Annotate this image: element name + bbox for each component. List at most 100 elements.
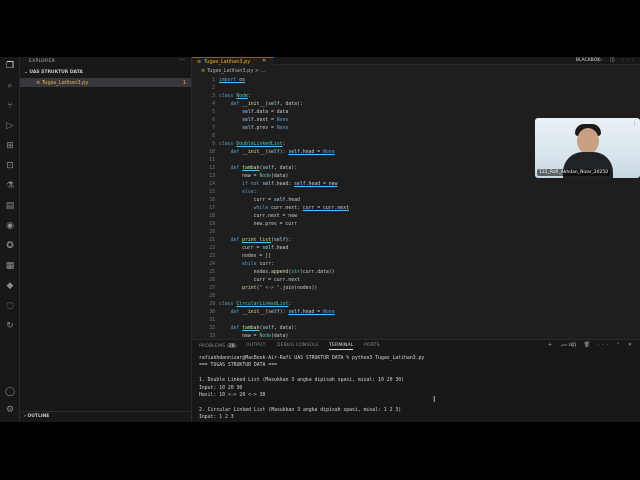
code-text: self.prev = None bbox=[242, 126, 289, 131]
search-icon[interactable]: ⌕ bbox=[3, 80, 17, 92]
problems-badge: 28 bbox=[227, 343, 237, 348]
line-number: 6 bbox=[212, 118, 215, 123]
line-number: 24 bbox=[209, 262, 215, 267]
code-line[interactable]: 32 def tambah(self, data): bbox=[192, 325, 640, 333]
code-line[interactable]: 5 self.data = data bbox=[192, 109, 640, 117]
code-line[interactable]: 28 bbox=[192, 293, 640, 301]
line-number: 2 bbox=[212, 86, 215, 91]
code-line[interactable]: 4 def __init__(self, data): bbox=[192, 101, 640, 109]
outline-section[interactable]: › OUTLINE bbox=[24, 414, 49, 419]
webcam-overlay: ⋮ 122_Rafi_Akhdan_Nizar_20250 bbox=[535, 118, 640, 178]
code-line[interactable]: 2 bbox=[192, 85, 640, 93]
code-line[interactable]: 1 import os bbox=[192, 77, 640, 85]
line-number: 8 bbox=[212, 134, 215, 139]
file-name: Tugas_Latihan3.py bbox=[42, 80, 89, 86]
tab-problems[interactable]: PROBLEMS 28 bbox=[199, 343, 237, 349]
github-icon[interactable]: ◉ bbox=[3, 220, 17, 232]
code-line[interactable]: 15 else: bbox=[192, 189, 640, 197]
settings-gear-icon[interactable]: ⚙ bbox=[3, 404, 17, 416]
folder-uas-struktur-data[interactable]: ⌄ UAS STRUKTUR DATA bbox=[24, 70, 83, 75]
code-text: while curr: bbox=[242, 262, 274, 267]
line-number: 7 bbox=[212, 126, 215, 131]
code-line[interactable]: 26 curr = curr.next bbox=[192, 277, 640, 285]
terminal-line: Hasil: 10 <-> 20 <-> 30 bbox=[199, 393, 266, 398]
copilot-icon[interactable]: ✪ bbox=[3, 240, 17, 252]
code-text: curr = self.head bbox=[219, 246, 289, 251]
code-text: def __init__(self): self.head = None bbox=[230, 310, 335, 315]
code-line[interactable]: 21 def print_list(self): bbox=[192, 237, 640, 245]
line-number: 13 bbox=[209, 174, 215, 179]
line-number: 21 bbox=[209, 238, 215, 243]
terminal-line: rafiakhdannizar@MacBook-Air-Rafi UAS STR… bbox=[199, 356, 425, 361]
file-item-tugas-latihan3[interactable]: ≡ Tugas_Latihan3.py 1 bbox=[20, 78, 191, 87]
code-line[interactable]: 18 curr.next = new bbox=[192, 213, 640, 221]
outline-label: OUTLINE bbox=[27, 414, 50, 419]
run-debug-icon[interactable]: ▷ bbox=[3, 120, 17, 132]
tab-label: PROBLEMS bbox=[199, 344, 226, 349]
problem-count-badge: 1 bbox=[182, 80, 186, 86]
more-actions-icon[interactable]: ··· bbox=[179, 57, 185, 64]
code-text: new.prev = curr bbox=[219, 222, 297, 227]
line-number: 30 bbox=[209, 310, 215, 315]
code-line[interactable]: 30 def __init__(self): self.head = None bbox=[192, 309, 640, 317]
divider bbox=[20, 411, 191, 412]
line-number: 32 bbox=[209, 326, 215, 331]
close-icon[interactable]: ✕ bbox=[262, 58, 266, 64]
code-text: new = Node(data) bbox=[219, 174, 289, 179]
code-text: def __init__(self, data): bbox=[230, 102, 303, 107]
line-number: 26 bbox=[209, 278, 215, 283]
python-file-icon: ≡ bbox=[36, 80, 41, 86]
code-text: class CircularLinkedList: bbox=[219, 302, 292, 307]
code-line[interactable]: 20 bbox=[192, 229, 640, 237]
source-control-icon[interactable]: ⑂ bbox=[3, 100, 17, 112]
code-line[interactable]: 25 nodes.append(str(curr.data)) bbox=[192, 269, 640, 277]
tab-ports[interactable]: PORTS bbox=[364, 343, 380, 348]
panel-toolbar-icons[interactable]: + ⌄ ◫ 🗑 ··· ⌃ ✕ bbox=[548, 342, 635, 348]
chat-icon[interactable]: ◌ bbox=[3, 300, 17, 312]
breadcrumb-path[interactable]: Tugas_Latihan3.py > ... bbox=[207, 68, 265, 74]
code-text: def __init__(self): self.head = None bbox=[230, 150, 335, 155]
blackbox-icon[interactable]: ◆ bbox=[3, 280, 17, 292]
line-number: 15 bbox=[209, 190, 215, 195]
extensions-icon[interactable]: ⊞ bbox=[3, 140, 17, 152]
line-number: 29 bbox=[209, 302, 215, 307]
code-line[interactable]: 23 nodes = [] bbox=[192, 253, 640, 261]
code-line[interactable]: 24 while curr: bbox=[192, 261, 640, 269]
split-editor-icon[interactable]: ▷ ◫ ··· bbox=[598, 57, 636, 63]
book-icon[interactable]: ▤ bbox=[3, 200, 17, 212]
vscode-window: ❐ ⌕ ⑂ ▷ ⊞ ⊡ ⚗ ▤ ◉ ✪ ▦ ◆ ◌ ↻ ◯ ⚙ EXPLORER… bbox=[0, 57, 640, 422]
blackbox-button[interactable]: BLACKBOX bbox=[576, 58, 600, 63]
terminal-line: Input: 1 2 3 bbox=[199, 415, 234, 421]
code-text: curr = curr.next bbox=[219, 278, 300, 283]
code-line[interactable]: 14 if not self.head: self.head = new bbox=[192, 181, 640, 189]
code-line[interactable]: 3 class Node: bbox=[192, 93, 640, 101]
code-line[interactable]: 27 print(" <-> ".join(nodes)) bbox=[192, 285, 640, 293]
code-line[interactable]: 16 curr = self.head bbox=[192, 197, 640, 205]
code-text: self.data = data bbox=[242, 110, 289, 115]
code-line[interactable]: 29 class CircularLinkedList: bbox=[192, 301, 640, 309]
account-icon[interactable]: ◯ bbox=[3, 386, 17, 398]
code-editor[interactable]: 1 import os 2 3 class Node: 4 def __init__(se… bbox=[192, 77, 640, 339]
tab-debug-console[interactable]: DEBUG CONSOLE bbox=[277, 343, 319, 348]
code-line[interactable]: 19 new.prev = curr bbox=[192, 221, 640, 229]
code-line[interactable]: 31 bbox=[192, 317, 640, 325]
line-number: 14 bbox=[209, 182, 215, 187]
line-number: 16 bbox=[209, 198, 215, 203]
mic-icon: ⋮ bbox=[632, 121, 637, 127]
explorer-icon[interactable]: ❐ bbox=[3, 60, 17, 72]
tab-output[interactable]: OUTPUT bbox=[246, 343, 266, 348]
code-text: import os bbox=[219, 78, 245, 83]
live-share-icon[interactable]: ↻ bbox=[3, 320, 17, 332]
code-line[interactable]: 22 curr = self.head bbox=[192, 245, 640, 253]
tab-terminal[interactable]: TERMINAL bbox=[329, 343, 354, 350]
tab-tugas-latihan3[interactable]: ≡ Tugas_Latihan3.py ✕ bbox=[192, 57, 274, 65]
bottom-panel: PROBLEMS 28 OUTPUT DEBUG CONSOLE TERMINAL… bbox=[192, 339, 640, 422]
remote-icon[interactable]: ⊡ bbox=[3, 160, 17, 172]
line-number: 27 bbox=[209, 286, 215, 291]
docker-icon[interactable]: ▦ bbox=[3, 260, 17, 272]
line-number: 28 bbox=[209, 294, 215, 299]
explorer-sidebar: EXPLORER ··· ⌄ UAS STRUKTUR DATA ≡ Tugas… bbox=[20, 57, 192, 422]
testing-icon[interactable]: ⚗ bbox=[3, 180, 17, 192]
line-number: 17 bbox=[209, 206, 215, 211]
code-line[interactable]: 17 while curr.next: curr = curr.next bbox=[192, 205, 640, 213]
